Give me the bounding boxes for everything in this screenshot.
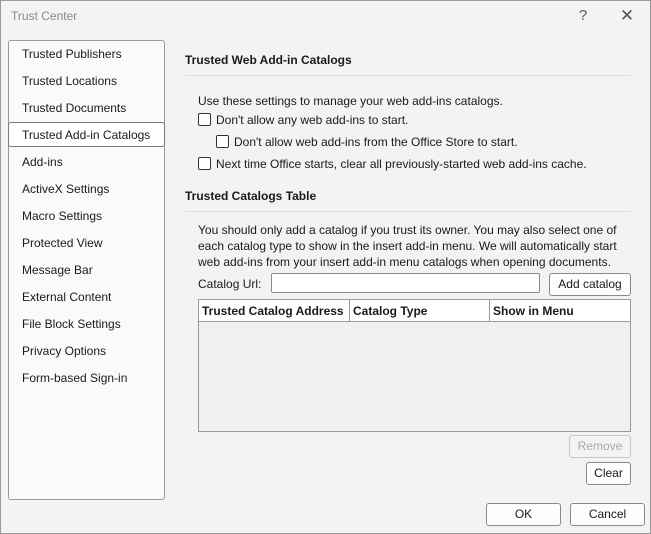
clear-button[interactable]: Clear (586, 462, 631, 485)
disallow-store-addins-label[interactable]: Don't allow web add-ins from the Office … (234, 135, 518, 149)
disallow-web-addins-label[interactable]: Don't allow any web add-ins to start. (216, 113, 408, 127)
sidebar-item-privacy-options[interactable]: Privacy Options (9, 339, 164, 364)
sidebar-item-message-bar[interactable]: Message Bar (9, 258, 164, 283)
sidebar-item-trusted-add-in-catalogs[interactable]: Trusted Add-in Catalogs (8, 122, 165, 147)
sidebar-item-form-based-sign-in[interactable]: Form-based Sign-in (9, 366, 164, 391)
sidebar-item-trusted-locations[interactable]: Trusted Locations (9, 69, 164, 94)
column-header-trusted-catalog-address[interactable]: Trusted Catalog Address (199, 300, 350, 322)
sidebar-item-add-ins[interactable]: Add-ins (9, 150, 164, 175)
sidebar-item-trusted-documents[interactable]: Trusted Documents (9, 96, 164, 121)
sidebar-item-external-content[interactable]: External Content (9, 285, 164, 310)
sidebar-item-file-block-settings[interactable]: File Block Settings (9, 312, 164, 337)
web-catalogs-intro: Use these settings to manage your web ad… (198, 94, 503, 108)
sidebar-item-macro-settings[interactable]: Macro Settings (9, 204, 164, 229)
window-title: Trust Center (11, 9, 78, 23)
disallow-store-addins-checkbox[interactable] (216, 135, 229, 148)
catalog-url-input[interactable] (271, 273, 540, 293)
catalog-url-label: Catalog Url: (198, 277, 262, 291)
sidebar-item-protected-view[interactable]: Protected View (9, 231, 164, 256)
column-header-catalog-type[interactable]: Catalog Type (350, 300, 490, 322)
web-catalogs-heading: Trusted Web Add-in Catalogs (185, 53, 352, 67)
cancel-button[interactable]: Cancel (570, 503, 645, 526)
disallow-web-addins-checkbox[interactable] (198, 113, 211, 126)
title-bar: Trust Center ? ✕ (1, 1, 650, 31)
help-icon[interactable]: ? (572, 5, 594, 27)
web-catalogs-divider (185, 75, 631, 76)
clear-addins-cache-label[interactable]: Next time Office starts, clear all previ… (216, 157, 587, 171)
add-catalog-button[interactable]: Add catalog (549, 273, 631, 296)
column-header-show-in-menu[interactable]: Show in Menu (490, 300, 630, 322)
close-icon[interactable]: ✕ (616, 5, 638, 27)
catalogs-table-divider (185, 211, 631, 212)
trust-center-dialog: Trust Center ? ✕ Trusted Publishers Trus… (0, 0, 651, 534)
ok-button[interactable]: OK (486, 503, 561, 526)
catalogs-table[interactable]: Trusted Catalog Address Catalog Type Sho… (198, 299, 631, 432)
catalogs-description: You should only add a catalog if you tru… (198, 223, 617, 269)
sidebar: Trusted Publishers Trusted Locations Tru… (8, 40, 165, 500)
sidebar-item-trusted-publishers[interactable]: Trusted Publishers (9, 42, 164, 67)
sidebar-item-activex-settings[interactable]: ActiveX Settings (9, 177, 164, 202)
clear-addins-cache-checkbox[interactable] (198, 157, 211, 170)
catalogs-table-heading: Trusted Catalogs Table (185, 189, 317, 203)
remove-button[interactable]: Remove (569, 435, 631, 458)
